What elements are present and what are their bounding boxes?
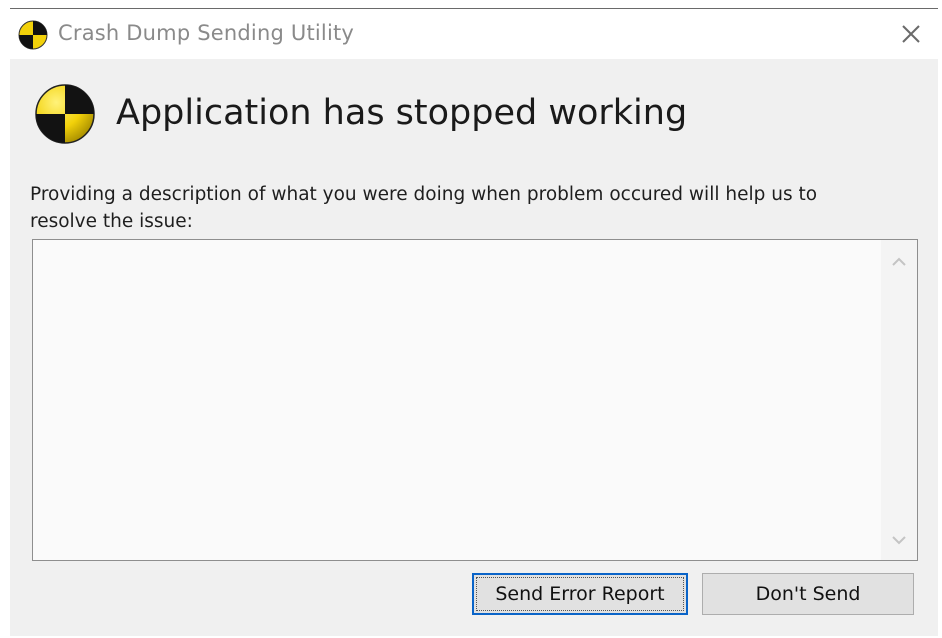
chevron-down-icon[interactable]: [889, 530, 909, 550]
crash-test-icon: [35, 84, 95, 144]
send-error-report-button[interactable]: Send Error Report: [472, 573, 688, 615]
vertical-scrollbar[interactable]: [881, 240, 917, 560]
description-textarea[interactable]: [33, 240, 881, 560]
close-icon[interactable]: [898, 21, 924, 47]
chevron-up-icon[interactable]: [889, 252, 909, 272]
page-title: Application has stopped working: [116, 93, 688, 133]
window-title: Crash Dump Sending Utility: [58, 21, 355, 45]
title-bar: Crash Dump Sending Utility: [10, 9, 938, 59]
dont-send-button[interactable]: Don't Send: [702, 573, 914, 615]
crash-test-icon: [18, 20, 48, 50]
description-textarea-container: [32, 239, 918, 561]
crash-dump-dialog: Crash Dump Sending Utility Application h…: [10, 8, 938, 636]
description-text: Providing a description of what you were…: [30, 184, 818, 232]
